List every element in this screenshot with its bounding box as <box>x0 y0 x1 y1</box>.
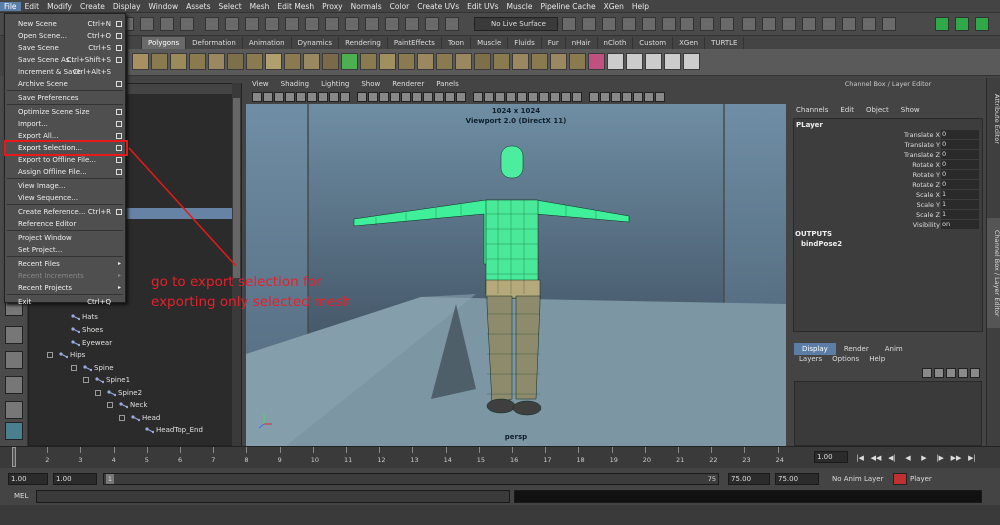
layer-tool-icon[interactable] <box>958 368 968 378</box>
annotation-text: go to export selection for exporting onl… <box>151 272 351 312</box>
layer-tool-icon[interactable] <box>934 368 944 378</box>
layer-tool-icon[interactable] <box>970 368 980 378</box>
layer-tool-icon[interactable] <box>946 368 956 378</box>
annotation-line-1: go to export selection for <box>151 274 322 290</box>
layer-tool-icon[interactable] <box>922 368 932 378</box>
annotation-arrow <box>128 147 237 267</box>
annotation-line-2: exporting only selected mesh <box>151 294 352 310</box>
